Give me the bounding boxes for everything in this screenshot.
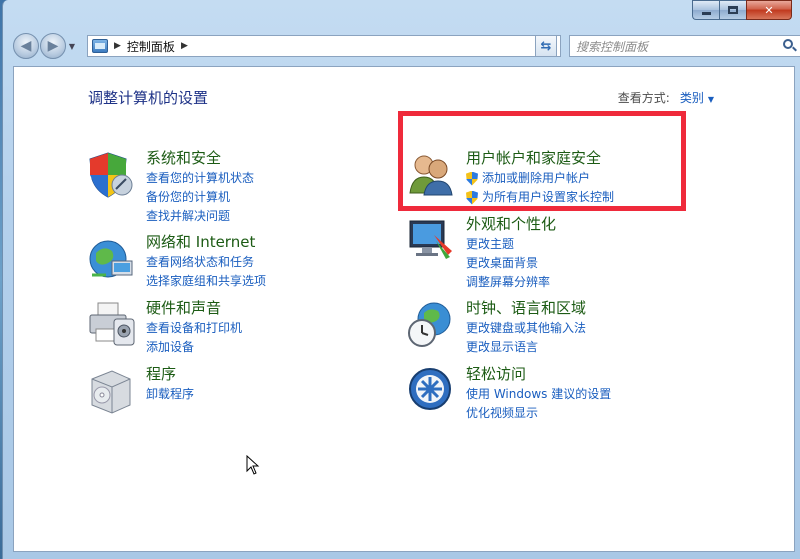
- view-by-dropdown[interactable]: 类别: [680, 91, 704, 105]
- category-links: 更改键盘或其他输入法 更改显示语言: [466, 319, 586, 357]
- link-display-language[interactable]: 更改显示语言: [466, 338, 586, 357]
- minimize-icon: [701, 11, 711, 15]
- back-arrow-icon: ◀: [20, 38, 32, 54]
- navigation-bar: ◀ ▶ ▼ ▶ 控制面板 ▶ ▼ ⇆ 搜索控制面板: [13, 31, 800, 61]
- breadcrumb-chevron-icon[interactable]: ▶: [181, 41, 188, 51]
- network-globe-icon[interactable]: [86, 233, 136, 283]
- refresh-icon: ⇆: [540, 38, 552, 54]
- maximize-button[interactable]: [719, 0, 746, 20]
- link-uninstall-program[interactable]: 卸载程序: [146, 385, 194, 404]
- ease-of-access-icon[interactable]: [406, 365, 456, 415]
- address-bar[interactable]: ▶ 控制面板 ▶ ▼: [87, 35, 561, 57]
- link-screen-resolution[interactable]: 调整屏幕分辨率: [466, 273, 550, 292]
- link-view-computer-status[interactable]: 查看您的计算机状态: [146, 169, 254, 188]
- category-title[interactable]: 网络和 Internet: [146, 231, 255, 252]
- link-add-device[interactable]: 添加设备: [146, 338, 242, 357]
- category-links: 更改主题 更改桌面背景 调整屏幕分辨率: [466, 235, 550, 292]
- caption-buttons: ✕: [692, 0, 792, 20]
- view-by: 查看方式: 类别 ▼: [618, 89, 714, 106]
- mouse-cursor-icon: [246, 455, 260, 475]
- content-pane: 调整计算机的设置 查看方式: 类别 ▼ 系统和安全 查看您的计算机状态 备份您的计算…: [13, 66, 795, 552]
- page-title: 调整计算机的设置: [88, 89, 209, 107]
- printer-icon[interactable]: [86, 299, 136, 349]
- link-devices-printers[interactable]: 查看设备和打印机: [146, 319, 242, 338]
- refresh-button[interactable]: ⇆: [535, 35, 557, 57]
- link-network-status[interactable]: 查看网络状态和任务: [146, 253, 266, 272]
- forward-arrow-icon: ▶: [47, 38, 59, 54]
- breadcrumb-separator-icon[interactable]: ▶: [114, 41, 121, 51]
- control-panel-icon: [92, 39, 108, 53]
- link-troubleshoot[interactable]: 查找并解决问题: [146, 207, 254, 226]
- breadcrumb-control-panel[interactable]: 控制面板: [127, 38, 175, 55]
- category-links: 查看网络状态和任务 选择家庭组和共享选项: [146, 253, 266, 291]
- programs-box-icon[interactable]: [86, 365, 136, 415]
- category-title[interactable]: 轻松访问: [466, 363, 526, 384]
- view-by-label: 查看方式:: [617, 91, 670, 105]
- link-desktop-background[interactable]: 更改桌面背景: [466, 254, 550, 273]
- category-title[interactable]: 程序: [146, 363, 176, 384]
- link-homegroup-sharing[interactable]: 选择家庭组和共享选项: [146, 272, 266, 291]
- search-icon[interactable]: [782, 38, 798, 54]
- close-button[interactable]: ✕: [746, 0, 792, 20]
- forward-button[interactable]: ▶: [40, 33, 66, 59]
- category-links: 卸载程序: [146, 385, 194, 404]
- close-icon: ✕: [764, 3, 774, 17]
- category-links: 使用 Windows 建议的设置 优化视频显示: [466, 385, 611, 423]
- minimize-button[interactable]: [692, 0, 719, 20]
- search-box[interactable]: 搜索控制面板: [569, 35, 800, 57]
- maximize-icon: [728, 6, 738, 14]
- control-panel-window: ✕ ◀ ▶ ▼ ▶ 控制面板 ▶ ▼ ⇆ 搜索控制面板 调整计算机的设置 查看方…: [2, 0, 800, 559]
- category-links: 查看设备和打印机 添加设备: [146, 319, 242, 357]
- shield-icon[interactable]: [86, 149, 136, 199]
- chevron-down-icon[interactable]: ▼: [708, 95, 714, 104]
- link-windows-recommended[interactable]: 使用 Windows 建议的设置: [466, 385, 611, 404]
- recent-pages-dropdown[interactable]: ▼: [66, 33, 78, 59]
- back-button[interactable]: ◀: [13, 33, 39, 59]
- link-change-theme[interactable]: 更改主题: [466, 235, 550, 254]
- category-title[interactable]: 硬件和声音: [146, 297, 221, 318]
- link-optimize-display[interactable]: 优化视频显示: [466, 404, 611, 423]
- category-links: 查看您的计算机状态 备份您的计算机 查找并解决问题: [146, 169, 254, 226]
- link-backup-computer[interactable]: 备份您的计算机: [146, 188, 254, 207]
- highlight-annotation-box: [398, 111, 686, 211]
- category-title[interactable]: 时钟、语言和区域: [466, 297, 586, 318]
- search-input[interactable]: 搜索控制面板: [576, 38, 648, 55]
- clock-globe-icon[interactable]: [406, 299, 456, 349]
- category-title[interactable]: 系统和安全: [146, 147, 221, 168]
- link-keyboard-input[interactable]: 更改键盘或其他输入法: [466, 319, 586, 338]
- monitor-paint-icon[interactable]: [406, 215, 456, 265]
- category-title[interactable]: 外观和个性化: [466, 213, 556, 234]
